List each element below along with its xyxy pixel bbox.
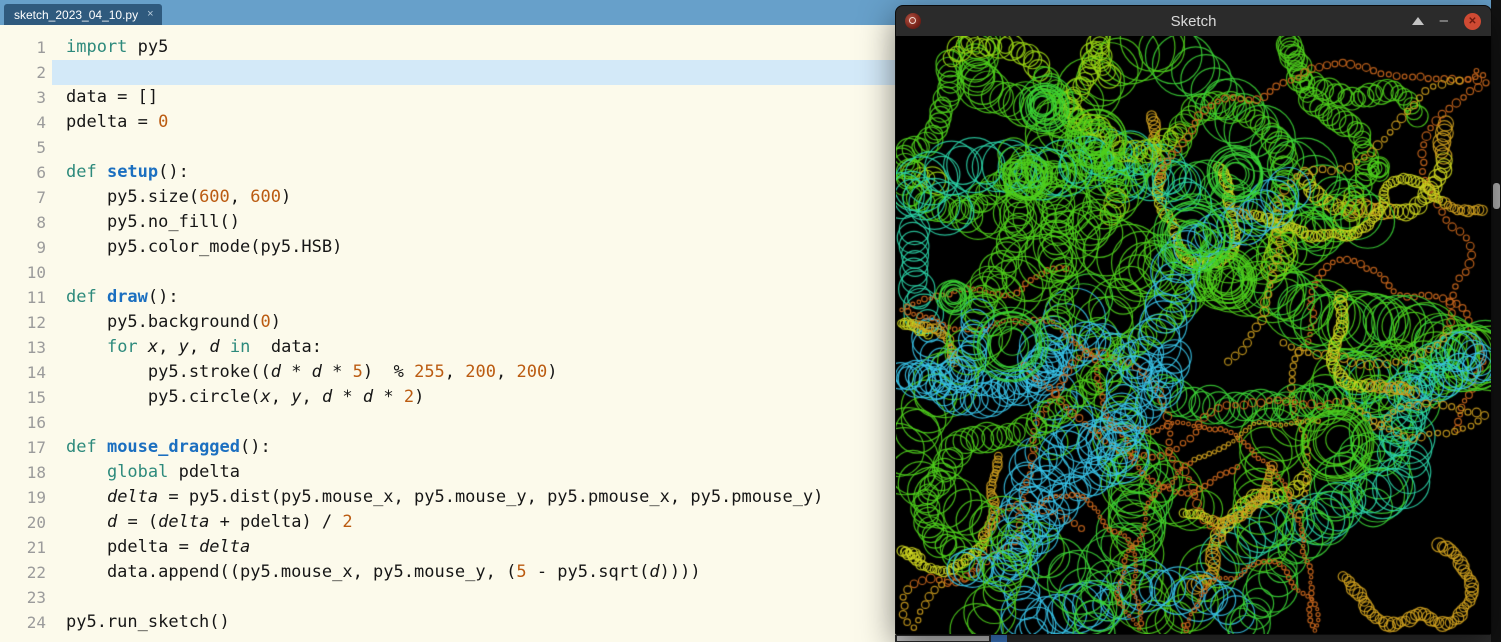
tab-close-icon[interactable]: × (147, 9, 153, 20)
editor-tab-title: sketch_2023_04_10.py (14, 7, 139, 22)
line-number: 20 (26, 513, 46, 532)
line-number: 2 (36, 63, 46, 82)
line-number: 17 (26, 438, 46, 457)
line-number: 6 (36, 163, 46, 182)
line-number: 22 (26, 563, 46, 582)
line-number: 23 (26, 588, 46, 607)
line-number: 8 (36, 213, 46, 232)
line-number: 19 (26, 488, 46, 507)
bottom-strip-accent (991, 635, 1007, 642)
line-number: 10 (26, 263, 46, 282)
window-controls: – ✕ (1411, 6, 1481, 36)
bottom-scrollbar-segment (897, 636, 989, 641)
line-number: 7 (36, 188, 46, 207)
line-number: 16 (26, 413, 46, 432)
line-number: 3 (36, 88, 46, 107)
line-number: 18 (26, 463, 46, 482)
line-number: 11 (26, 288, 46, 307)
line-number: 15 (26, 388, 46, 407)
sketch-canvas-area (896, 36, 1491, 634)
sketch-window: Sketch – ✕ (895, 5, 1492, 635)
bottom-strip (895, 635, 1501, 642)
line-number: 1 (36, 38, 46, 57)
line-number: 12 (26, 313, 46, 332)
window-close-button[interactable]: ✕ (1464, 12, 1481, 30)
line-number: 13 (26, 338, 46, 357)
sketch-canvas[interactable] (896, 36, 1491, 634)
line-number: 24 (26, 613, 46, 632)
window-minimize-button[interactable]: – (1440, 6, 1448, 36)
editor-tab[interactable]: sketch_2023_04_10.py × (4, 4, 162, 25)
line-number: 4 (36, 113, 46, 132)
line-number: 9 (36, 238, 46, 257)
close-x-icon: ✕ (1468, 15, 1477, 27)
sketch-window-title: Sketch (1170, 12, 1217, 30)
sketch-window-titlebar[interactable]: Sketch – ✕ (896, 6, 1491, 36)
line-number: 21 (26, 538, 46, 557)
line-number: 14 (26, 363, 46, 382)
background-window-edge (1491, 0, 1501, 642)
background-scrollbar-thumb[interactable] (1493, 183, 1500, 209)
line-number: 5 (36, 138, 46, 157)
window-maximize-icon[interactable] (1411, 17, 1424, 25)
